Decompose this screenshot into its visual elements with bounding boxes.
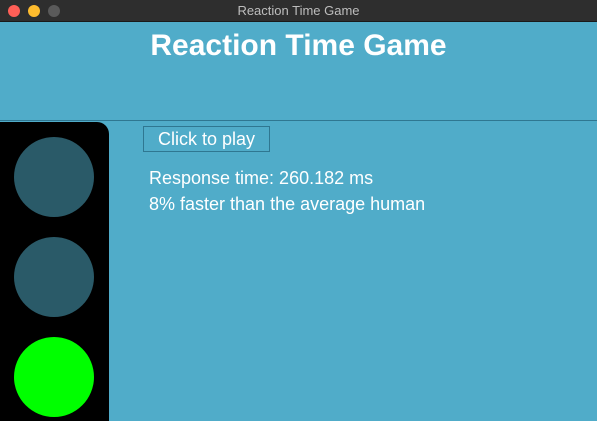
middle-lamp [14, 237, 94, 317]
header: Reaction Time Game [0, 22, 597, 121]
app-window: Reaction Time Game Reaction Time Game Cl… [0, 0, 597, 421]
window-titlebar[interactable]: Reaction Time Game [0, 0, 597, 22]
window-title: Reaction Time Game [237, 3, 360, 18]
play-button[interactable]: Click to play [143, 126, 270, 152]
bottom-lamp [14, 337, 94, 417]
response-time-text: Response time: 260.182 ms [149, 168, 374, 188]
top-lamp [14, 137, 94, 217]
traffic-light [0, 122, 109, 421]
page-title: Reaction Time Game [150, 29, 447, 62]
comparison-text: 8% faster than the average human [149, 194, 426, 214]
